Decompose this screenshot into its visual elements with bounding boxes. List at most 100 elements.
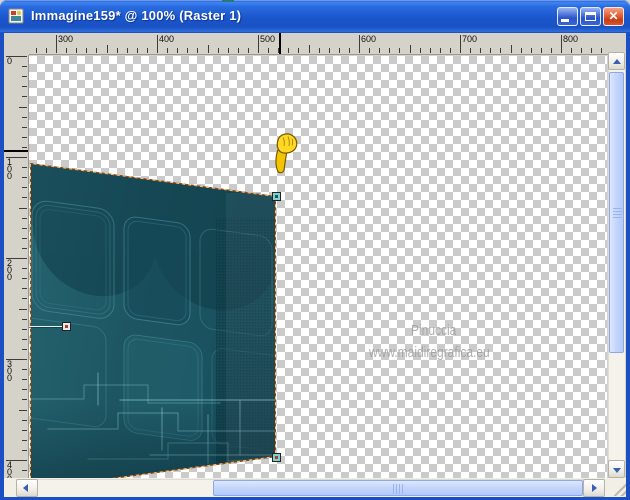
ruler-tick xyxy=(167,48,169,53)
ruler-tick xyxy=(22,187,27,189)
screenshot-root: { "titlebar": { "title": "Immagine159* @… xyxy=(0,0,630,500)
ruler-tick xyxy=(45,48,47,53)
ruler-tick xyxy=(22,217,27,219)
ruler-label: 2 0 0 xyxy=(7,258,13,282)
ruler-tick xyxy=(22,470,27,472)
vertical-ruler: 01 0 02 0 03 0 04 0 0 xyxy=(4,42,29,484)
ruler-tick xyxy=(22,429,27,431)
vertical-scrollbar[interactable] xyxy=(608,52,625,478)
image-canvas[interactable]: Pinuccia www.maidiregrafica.eu xyxy=(29,56,607,478)
ruler-tick xyxy=(338,48,340,53)
ruler-tick xyxy=(22,76,27,78)
ruler-tick xyxy=(22,126,27,128)
ruler-tick xyxy=(237,48,239,53)
ruler-tick xyxy=(217,48,219,53)
ruler-tick xyxy=(76,48,78,53)
ruler-tick xyxy=(470,48,472,53)
ruler-tick xyxy=(22,318,27,320)
ruler-tick xyxy=(96,48,98,53)
ruler-tick xyxy=(348,48,350,53)
arrow-up-icon xyxy=(613,59,621,64)
arrow-down-icon xyxy=(613,468,621,473)
ruler-tick xyxy=(520,48,522,53)
close-button[interactable]: ✕ xyxy=(603,7,624,26)
minimize-button[interactable] xyxy=(557,7,578,26)
ruler-tick xyxy=(359,35,360,53)
ruler-tick xyxy=(490,48,492,53)
ruler-tick xyxy=(66,48,68,53)
teal-artwork xyxy=(30,163,276,478)
ruler-tick xyxy=(22,399,27,401)
scroll-down-button[interactable] xyxy=(608,460,625,478)
deformed-layer[interactable] xyxy=(30,163,276,478)
ruler-tick xyxy=(35,48,37,53)
ruler-label: 400 xyxy=(159,34,175,44)
ruler-tick xyxy=(460,35,461,53)
ruler-tick xyxy=(126,48,128,53)
titlebar[interactable]: Immagine159* @ 100% (Raster 1) ✕ xyxy=(0,0,630,33)
window-title: Immagine159* @ 100% (Raster 1) xyxy=(31,8,242,23)
handle-dot xyxy=(65,325,68,328)
ruler-tick xyxy=(22,268,27,270)
ruler-tick xyxy=(449,48,451,53)
ruler-label: 500 xyxy=(260,34,276,44)
horizontal-scroll-thumb[interactable] xyxy=(213,480,583,496)
ruler-tick xyxy=(480,48,482,53)
ruler-tick xyxy=(19,308,27,310)
ruler-tick xyxy=(22,328,27,330)
ruler-label: 0 xyxy=(7,56,13,66)
ruler-tick xyxy=(22,86,27,88)
scroll-right-button[interactable] xyxy=(583,479,605,497)
ruler-tick xyxy=(56,35,57,53)
handle-connector-line xyxy=(29,326,62,327)
ruler-label: 700 xyxy=(462,34,478,44)
ruler-tick xyxy=(22,439,27,441)
ruler-tick xyxy=(22,146,27,148)
ruler-tick xyxy=(247,48,249,53)
ruler-tick xyxy=(258,35,259,53)
ruler-tick xyxy=(227,48,229,53)
ruler-tick xyxy=(328,48,330,53)
window-content: 300400500600700800 01 0 02 0 03 0 04 0 0 xyxy=(4,33,626,497)
ruler-tick xyxy=(177,48,179,53)
ruler-tick xyxy=(22,96,27,98)
ruler-tick xyxy=(22,298,27,300)
ruler-tick xyxy=(591,48,593,53)
ruler-tick xyxy=(19,207,27,209)
ruler-tick xyxy=(19,409,27,411)
scroll-left-button[interactable] xyxy=(16,479,38,497)
vertical-scroll-thumb[interactable] xyxy=(609,72,624,353)
scroll-up-button[interactable] xyxy=(608,52,625,70)
ruler-tick xyxy=(22,449,27,451)
arrow-right-icon xyxy=(592,484,597,492)
ruler-tick xyxy=(510,45,512,53)
ruler-tick xyxy=(571,48,573,53)
ruler-tick xyxy=(379,48,381,53)
horizontal-ruler: 300 400 500 600 700 800 xyxy=(4,33,608,55)
ruler-tick xyxy=(22,116,27,118)
ruler-tick xyxy=(22,369,27,371)
ruler-tick xyxy=(318,48,320,53)
ruler-tick xyxy=(146,48,148,53)
ruler-tick xyxy=(22,348,27,350)
ruler-tick xyxy=(22,379,27,381)
horizontal-scrollbar[interactable] xyxy=(16,479,605,497)
ruler-tick xyxy=(187,48,189,53)
handle-dot xyxy=(275,195,278,198)
ruler-tick xyxy=(399,48,401,53)
watermark-url: www.maidiregrafica.eu xyxy=(369,344,490,361)
deform-handle-left-center[interactable] xyxy=(62,322,71,331)
ruler-label: 600 xyxy=(361,34,377,44)
image-file-icon xyxy=(8,8,24,24)
minimize-icon xyxy=(561,19,569,22)
deform-handle-bottom-right[interactable] xyxy=(272,453,281,462)
cursor-position-marker-x xyxy=(279,33,281,54)
ruler-tick xyxy=(22,177,27,179)
ruler-label: 3 0 0 xyxy=(7,359,13,383)
maximize-button[interactable] xyxy=(580,7,601,26)
ruler-tick xyxy=(136,48,138,53)
deform-handle-top-right[interactable] xyxy=(272,192,281,201)
ruler-tick xyxy=(157,35,158,53)
ruler-tick xyxy=(581,48,583,53)
ruler-tick xyxy=(439,48,441,53)
